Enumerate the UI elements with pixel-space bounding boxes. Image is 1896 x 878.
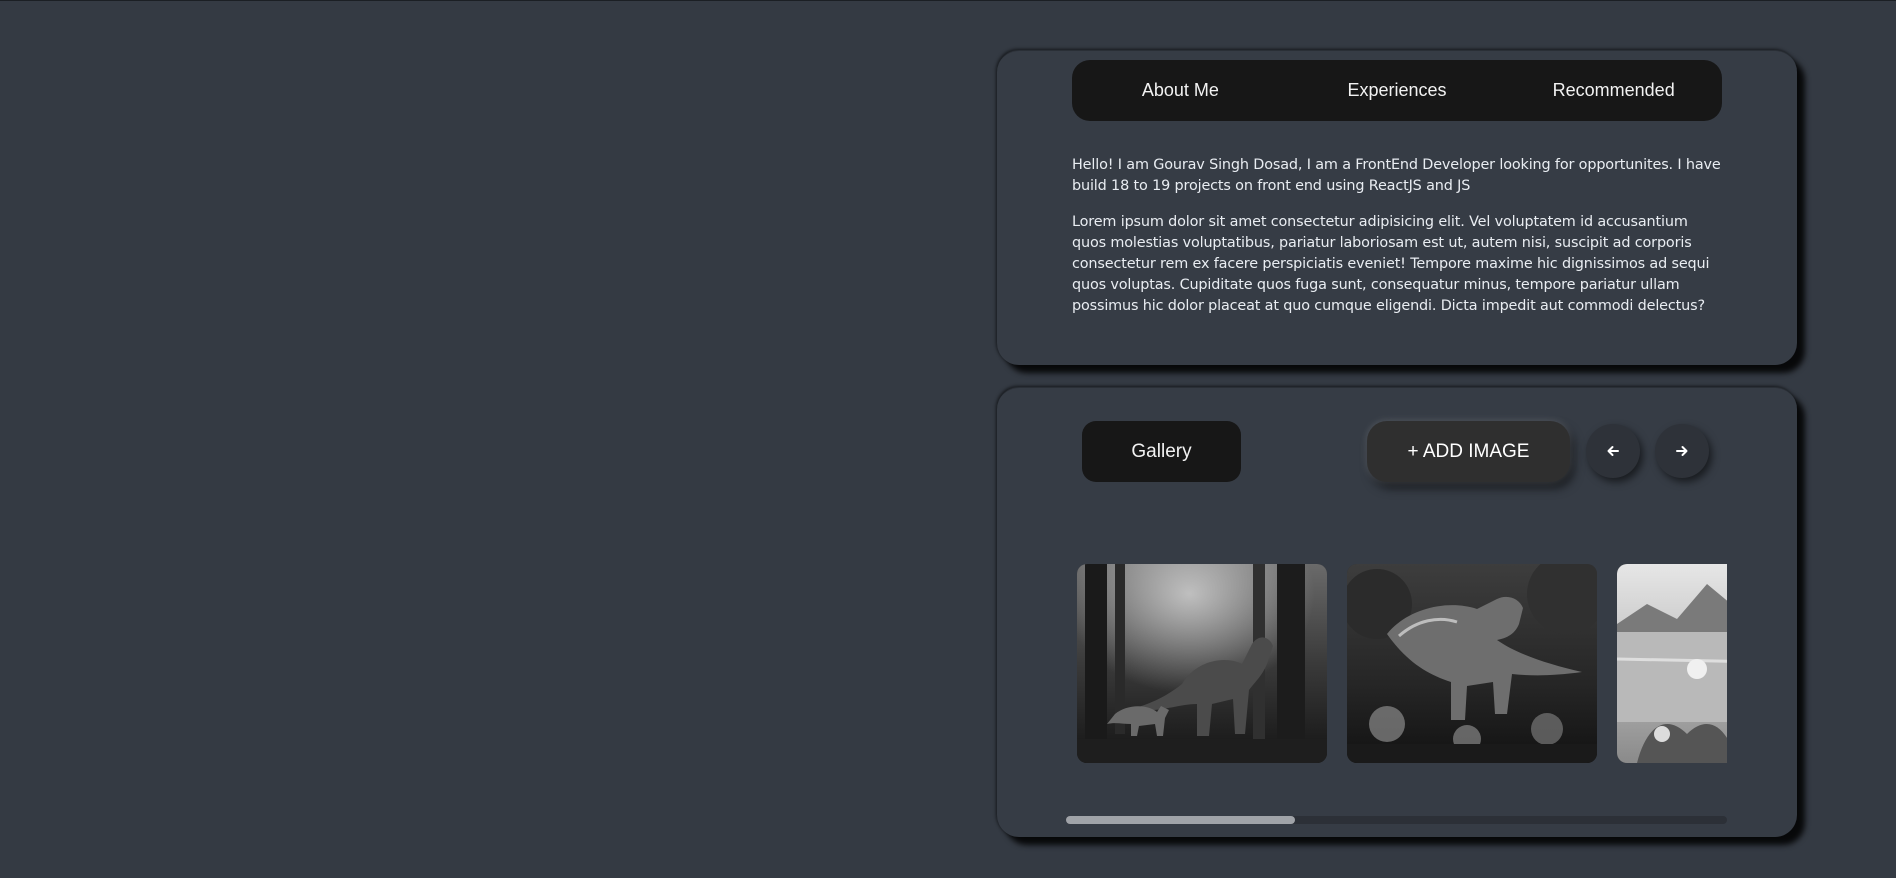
gallery-image-dinosaur-forest[interactable] — [1077, 564, 1327, 763]
arrow-left-icon — [1607, 446, 1619, 456]
arrow-right-icon — [1676, 446, 1688, 456]
next-button[interactable] — [1655, 424, 1709, 478]
add-image-button[interactable]: + ADD IMAGE — [1367, 421, 1570, 482]
gallery-title: Gallery — [1082, 421, 1241, 482]
tab-about-me[interactable]: About Me — [1072, 80, 1289, 101]
about-content: Hello! I am Gourav Singh Dosad, I am a F… — [1072, 155, 1722, 332]
gallery-image-strip[interactable] — [1077, 564, 1727, 766]
gallery-card: Gallery + ADD IMAGE — [997, 387, 1797, 837]
previous-button[interactable] — [1586, 424, 1640, 478]
tab-experiences[interactable]: Experiences — [1289, 80, 1506, 101]
about-intro-paragraph: Hello! I am Gourav Singh Dosad, I am a F… — [1072, 157, 1721, 194]
gallery-image-dinosaur-jungle[interactable] — [1347, 564, 1597, 763]
tab-bar: About Me Experiences Recommended — [1072, 60, 1722, 121]
gallery-scrollbar-thumb[interactable] — [1066, 816, 1295, 824]
gallery-image-mountain-lake[interactable] — [1617, 564, 1727, 763]
top-border — [0, 0, 1896, 1]
about-card: About Me Experiences Recommended Hello! … — [997, 50, 1797, 365]
about-lorem-paragraph: Lorem ipsum dolor sit amet consectetur a… — [1072, 214, 1710, 314]
tab-recommended[interactable]: Recommended — [1505, 80, 1722, 101]
gallery-scrollbar[interactable] — [1066, 816, 1727, 824]
